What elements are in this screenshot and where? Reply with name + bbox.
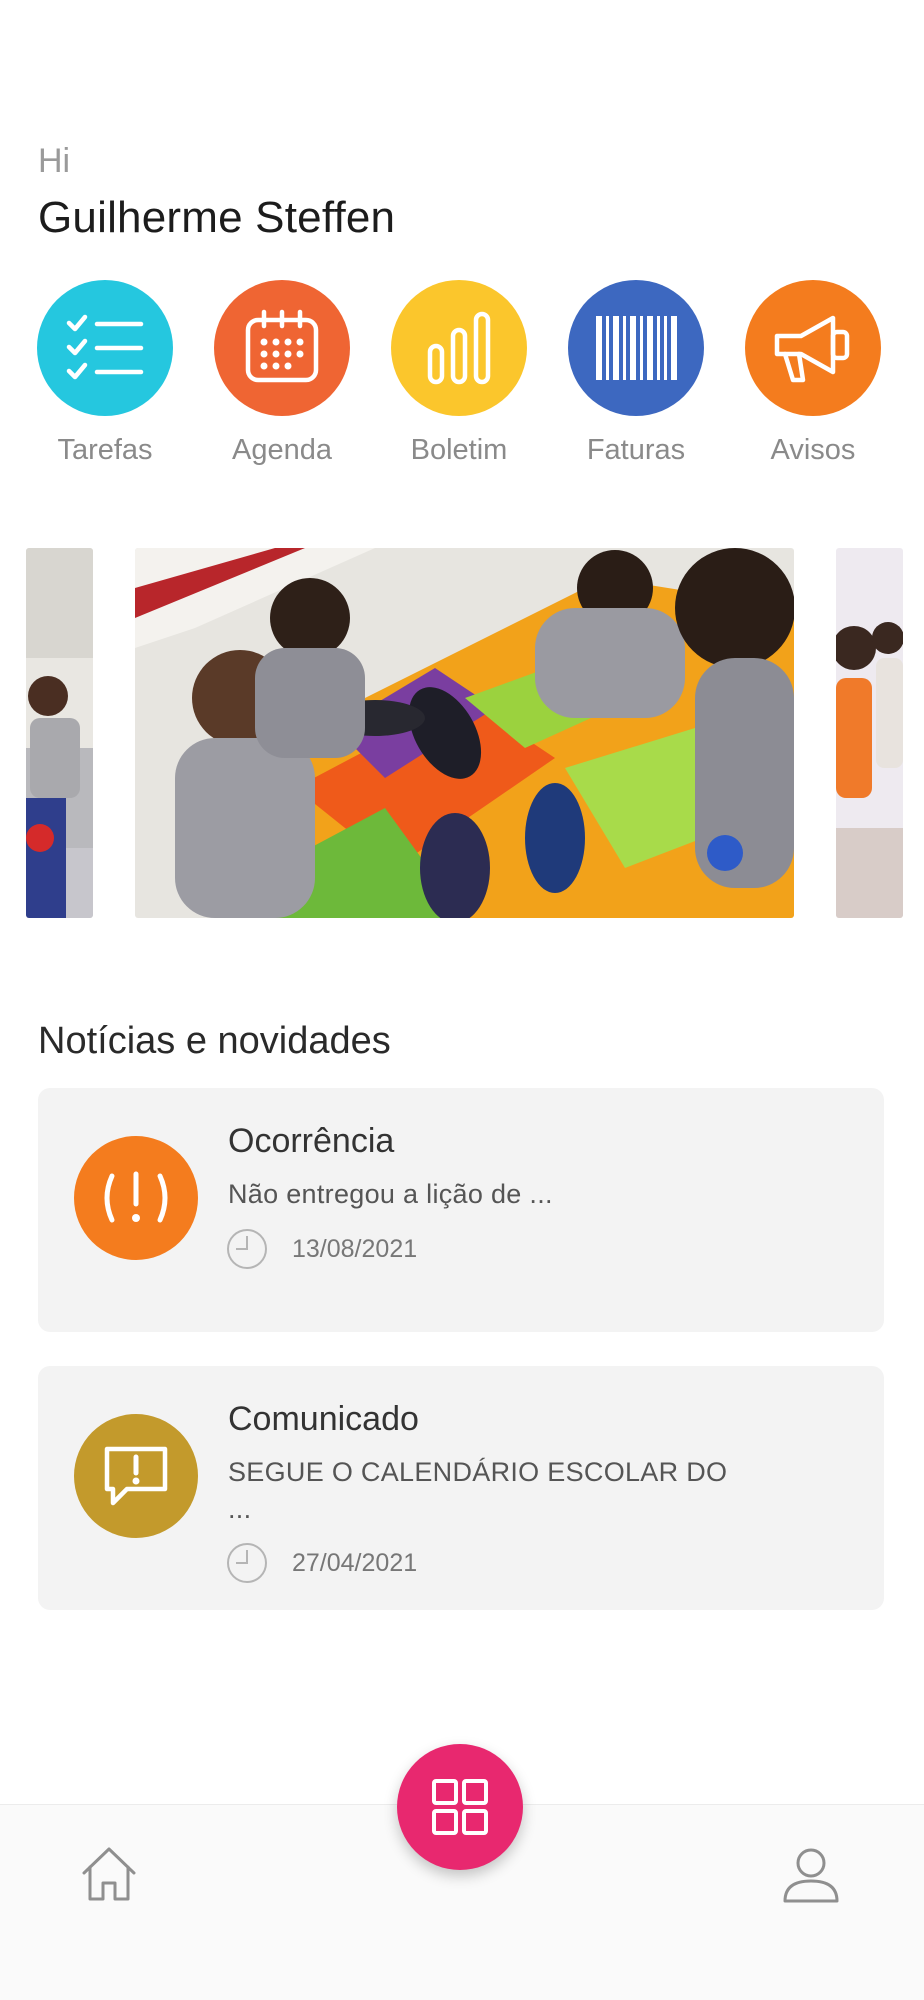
shortcut-label: Tarefas — [57, 434, 153, 466]
shortcut-label: Avisos — [770, 434, 856, 466]
shortcut-label: Faturas — [586, 434, 686, 466]
photo-carousel[interactable] — [0, 548, 924, 918]
home-icon[interactable] — [78, 1843, 140, 1905]
news-card-date: 27/04/2021 — [292, 1548, 418, 1577]
news-card-title: Ocorrência — [228, 1122, 395, 1160]
shortcut-tarefas[interactable]: Tarefas — [20, 280, 190, 467]
shortcut-label: Boletim — [410, 434, 508, 466]
shortcut-boletim[interactable]: Boletim — [374, 280, 544, 467]
clock-icon — [227, 1543, 267, 1583]
news-section-title: Notícias e novidades — [38, 1020, 391, 1062]
grid-icon — [432, 1779, 488, 1835]
news-card-comunicado[interactable]: Comunicado SEGUE O CALENDÁRIO ESCOLAR DO… — [38, 1366, 884, 1610]
bar-chart-icon — [391, 280, 527, 416]
carousel-slide-previous[interactable] — [26, 548, 93, 918]
news-card-date-row: 27/04/2021 — [226, 1542, 417, 1584]
shortcut-label: Agenda — [232, 434, 332, 466]
message-alert-icon — [74, 1414, 198, 1538]
carousel-slide-active[interactable] — [135, 548, 794, 918]
shortcut-bar: Tarefas Agenda Boletim Faturas Avisos — [0, 280, 924, 480]
clock-icon — [227, 1229, 267, 1269]
news-card-description: Não entregou a lição de ... — [228, 1179, 553, 1209]
megaphone-icon — [745, 280, 881, 416]
news-card-date-row: 13/08/2021 — [226, 1228, 417, 1270]
greeting-hi: Hi — [38, 142, 71, 180]
news-card-ocorrencia[interactable]: Ocorrência Não entregou a lição de ... 1… — [38, 1088, 884, 1332]
news-card-title: Comunicado — [228, 1400, 419, 1438]
shortcut-faturas[interactable]: Faturas — [551, 280, 721, 467]
shortcut-avisos[interactable]: Avisos — [728, 280, 898, 467]
news-card-date: 13/08/2021 — [292, 1234, 418, 1263]
menu-fab-button[interactable] — [397, 1744, 523, 1870]
user-icon[interactable] — [780, 1843, 842, 1905]
carousel-slide-next[interactable] — [836, 548, 903, 918]
barcode-icon — [568, 280, 704, 416]
calendar-icon — [214, 280, 350, 416]
alert-icon — [74, 1136, 198, 1260]
user-name: Guilherme Steffen — [38, 193, 396, 242]
news-card-description: SEGUE O CALENDÁRIO ESCOLAR DO ... — [228, 1457, 728, 1524]
shortcut-agenda[interactable]: Agenda — [197, 280, 367, 467]
checklist-icon — [37, 280, 173, 416]
